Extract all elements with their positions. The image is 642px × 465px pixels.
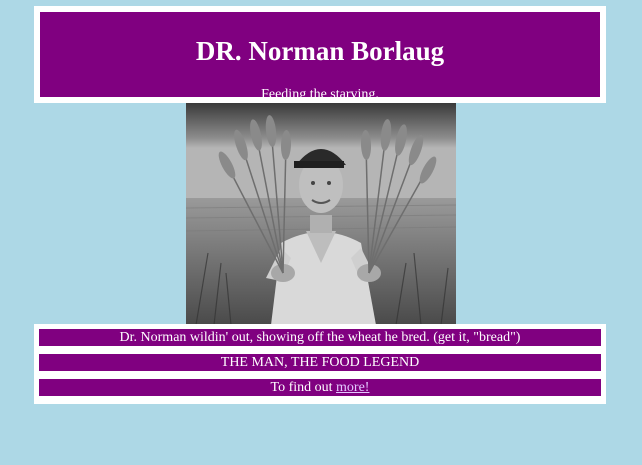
page-title: DR. Norman Borlaug [195,36,445,66]
more-link[interactable]: more! [336,380,369,395]
info-panel: Dr. Norman wildin' out, showing off the … [34,324,606,404]
header-inner: DR. Norman Borlaug Feeding the starving. [40,12,600,102]
photo-caption: Dr. Norman wildin' out, showing off the … [39,329,601,346]
header-panel: DR. Norman Borlaug Feeding the starving. [34,6,606,103]
page-subtitle: Feeding the starving. [261,87,379,102]
borlaug-wheat-photo [186,103,456,325]
more-prefix: To find out [270,380,337,395]
more-row: To find out more! [39,379,601,396]
tagline: THE MAN, THE FOOD LEGEND [39,354,601,371]
